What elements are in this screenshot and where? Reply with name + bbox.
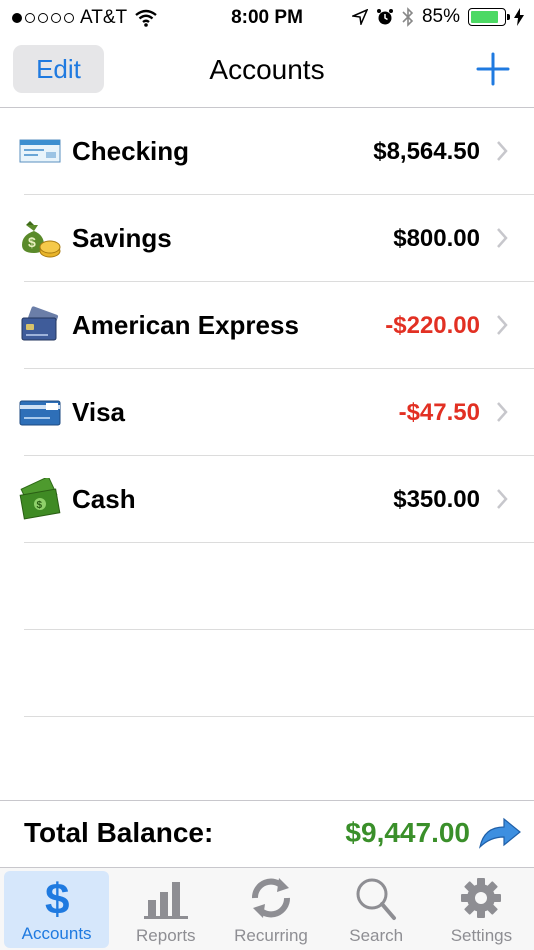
account-row-cash[interactable]: $ Cash $350.00 — [0, 456, 534, 543]
account-name: Visa — [72, 397, 126, 427]
tab-label: Search — [349, 926, 404, 945]
status-right: 85% — [351, 6, 524, 28]
dollar-icon: $ — [45, 875, 69, 920]
tab-recurring[interactable]: Recurring — [218, 868, 323, 950]
gear-icon — [461, 878, 502, 918]
chevron-right-icon — [497, 402, 508, 422]
svg-text:$: $ — [37, 500, 43, 511]
account-balance: -$220.00 — [385, 311, 480, 339]
tab-search[interactable]: Search — [324, 868, 429, 950]
chevron-right-icon — [497, 228, 508, 248]
tab-label: Settings — [450, 926, 513, 945]
account-name: American Express — [72, 310, 299, 340]
alarm-icon — [376, 9, 393, 25]
account-row-savings[interactable]: $ Savings $800.00 — [0, 195, 534, 282]
account-row-checking[interactable]: Checking $8,564.50 — [0, 108, 534, 195]
account-name: Savings — [72, 223, 172, 253]
svg-text:$: $ — [28, 234, 36, 250]
chevron-right-icon — [497, 315, 508, 335]
svg-text:$: $ — [45, 875, 69, 920]
battery-fill — [471, 11, 499, 23]
tab-label: Recurring — [234, 926, 308, 945]
tab-label: Accounts — [21, 924, 92, 943]
charging-bolt-icon — [514, 8, 524, 26]
visa-card-icon — [19, 400, 61, 426]
battery-icon — [468, 8, 510, 26]
check-icon — [19, 139, 61, 163]
battery-percent: 85% — [421, 6, 460, 27]
empty-list-row — [0, 543, 534, 630]
bar-chart-icon — [143, 882, 188, 919]
tab-settings[interactable]: Settings — [429, 868, 534, 950]
account-balance: $350.00 — [393, 485, 480, 513]
accounts-list: Checking $8,564.50 $ Savings $800.00 Ame… — [0, 108, 534, 717]
tab-bar: $ Accounts Reports Recurring Search Sett… — [0, 867, 534, 950]
credit-card-icon — [21, 306, 59, 341]
share-arrow-icon[interactable] — [478, 815, 522, 851]
location-icon — [351, 9, 368, 25]
chevron-right-icon — [497, 489, 508, 509]
account-row-american-express[interactable]: American Express -$220.00 — [0, 282, 534, 369]
page-title: Accounts — [209, 54, 325, 85]
navigation-bar: Edit Accounts — [0, 36, 534, 108]
account-balance: -$47.50 — [398, 398, 480, 426]
account-balance: $800.00 — [393, 224, 480, 252]
account-name: Cash — [72, 484, 136, 514]
total-balance-label: Total Balance: — [24, 817, 214, 848]
account-row-visa[interactable]: Visa -$47.50 — [0, 369, 534, 456]
add-account-button[interactable] — [474, 50, 512, 88]
empty-list-row — [0, 630, 534, 717]
recurring-icon — [251, 878, 291, 918]
tab-reports[interactable]: Reports — [113, 868, 218, 950]
bluetooth-icon — [402, 7, 414, 27]
search-icon — [356, 878, 397, 920]
account-balance: $8,564.50 — [373, 137, 480, 165]
total-balance-bar: Total Balance: $9,447.00 — [0, 800, 534, 867]
total-balance-value: $9,447.00 — [345, 817, 470, 848]
chevron-right-icon — [497, 141, 508, 161]
status-bar: AT&T 8:00 PM 85% — [0, 0, 534, 36]
cash-icon: $ — [19, 478, 61, 520]
tab-accounts[interactable]: $ Accounts — [4, 871, 110, 948]
account-name: Checking — [72, 136, 190, 166]
tab-label: Reports — [136, 926, 196, 945]
money-bag-icon: $ — [22, 221, 61, 258]
